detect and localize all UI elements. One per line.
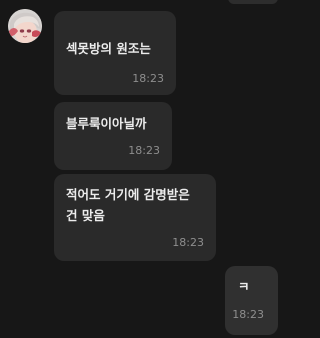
message-text: ㅋ: [238, 276, 250, 297]
incoming-message-bubble[interactable]: 섹못방의 원조는 18:23: [54, 11, 176, 95]
message-timestamp: 18:23: [128, 144, 160, 157]
incoming-message-bubble[interactable]: 적어도 거기에 감명받은 건 맞음 18:23: [54, 174, 216, 261]
message-text: 섹못방의 원조는: [66, 38, 151, 59]
message-text: 적어도 거기에 감명받은 건 맞음: [66, 184, 190, 226]
previous-outgoing-bubble[interactable]: [228, 0, 278, 4]
message-timestamp: 18:23: [132, 72, 164, 85]
chat-window: 짱모 섹못방의 원조는 18:23 블루룩이아닐까 18:23 적어도 거기에 …: [0, 0, 285, 338]
message-text: 블루룩이아닐까: [66, 113, 147, 134]
anime-character-avatar-icon: [8, 9, 42, 43]
message-line: 건 맞음: [66, 208, 105, 223]
incoming-message-bubble[interactable]: 블루룩이아닐까 18:23: [54, 102, 172, 170]
message-timestamp: 18:23: [172, 236, 204, 249]
message-line: 블루룩이아닐까: [66, 116, 147, 131]
message-line: 적어도 거기에 감명받은: [66, 187, 190, 202]
message-line: 섹못방의 원조는: [66, 41, 151, 56]
message-line: ㅋ: [238, 279, 250, 294]
outgoing-message-bubble[interactable]: ㅋ 18:23: [225, 266, 278, 335]
message-timestamp: 18:23: [232, 308, 264, 321]
sender-avatar[interactable]: [8, 9, 42, 43]
